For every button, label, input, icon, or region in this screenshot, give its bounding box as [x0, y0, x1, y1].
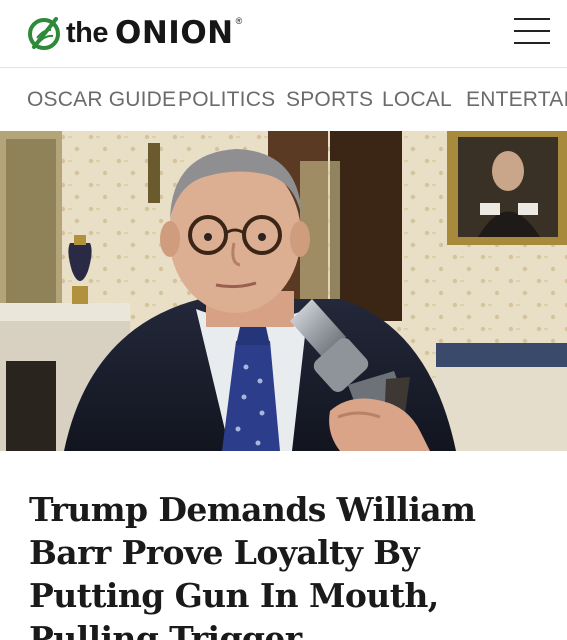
menu-line-bottom [514, 42, 550, 44]
hero-photo [0, 131, 567, 451]
site-header: the ONION ® [0, 0, 567, 68]
nav-item-sports[interactable]: SPORTS [286, 88, 373, 112]
site-logo[interactable]: the ONION ® [26, 10, 242, 56]
logo-onion-text: ONION [115, 15, 234, 51]
nav-item-entertainment[interactable]: ENTERTAIN [466, 88, 567, 112]
article-headline[interactable]: Trump Demands William Barr Prove Loyalty… [29, 488, 549, 640]
nav-item-politics[interactable]: POLITICS [178, 88, 275, 112]
nav-item-oscar-guide[interactable]: OSCAR GUIDE [27, 88, 176, 112]
registered-mark: ® [235, 16, 243, 26]
hamburger-menu-icon[interactable] [514, 16, 550, 46]
onion-globe-icon [28, 17, 60, 50]
logo-the-text: the [66, 16, 109, 49]
article-hero-image[interactable] [0, 131, 567, 451]
menu-line-top [514, 18, 550, 20]
menu-line-middle [514, 30, 550, 32]
nav-item-local[interactable]: LOCAL [382, 88, 452, 112]
section-nav: OSCAR GUIDE POLITICS SPORTS LOCAL ENTERT… [0, 69, 567, 131]
